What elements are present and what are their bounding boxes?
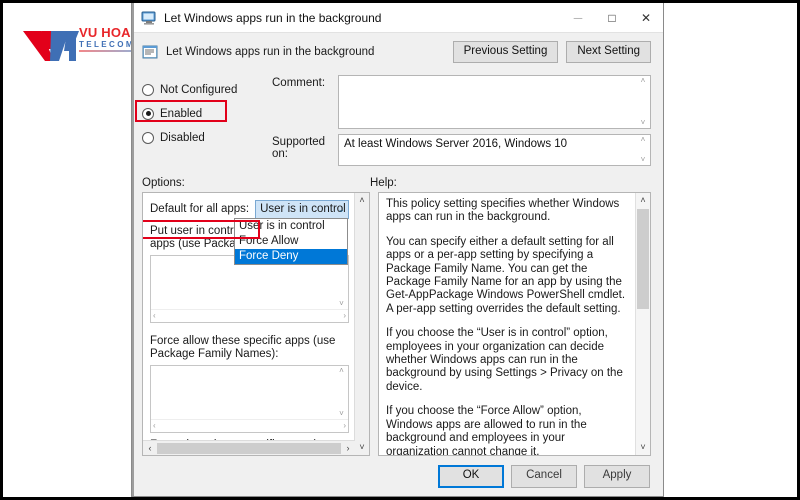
radio-disabled[interactable]: Disabled [142,127,270,148]
policy-setting-dialog: Let Windows apps run in the background ─… [131,3,664,497]
help-label: Help: [370,177,397,189]
screenshot-root: VU HOANG TELECOM Let Windows apps run in… [0,0,800,500]
dialog-left-edge [132,3,134,496]
dialog-footer: OK Cancel Apply [132,456,663,496]
radio-label-not-configured: Not Configured [160,83,238,96]
radio-not-configured[interactable]: Not Configured [142,79,270,100]
ok-button[interactable]: OK [438,464,504,488]
help-paragraph-3: If you choose the “User is in control” o… [386,327,623,393]
supported-scrollbar[interactable]: ˄ ˅ [636,135,650,165]
radio-icon-disabled[interactable] [142,131,154,144]
comment-input[interactable]: ˄ ˅ [338,75,651,129]
next-setting-button[interactable]: Next Setting [566,41,651,63]
maximize-button[interactable]: □ [595,3,629,33]
scroll-down-icon[interactable]: ˅ [640,440,645,455]
list2-horizontal-scrollbar[interactable]: ‹ › [151,419,348,432]
scroll-left-icon[interactable]: ‹ [153,422,156,430]
minimize-button[interactable]: ─ [561,3,595,33]
radio-label-enabled: Enabled [160,107,203,120]
title-bar: Let Windows apps run in the background ─… [132,3,663,33]
scroll-left-icon[interactable]: ‹ [143,443,157,453]
scroll-right-icon[interactable]: › [343,422,346,430]
default-apps-combobox[interactable]: User is in control ⌄ [255,199,349,219]
scroll-up-icon[interactable]: ˄ [359,193,364,208]
scroll-right-icon[interactable]: › [341,443,355,453]
list1-horizontal-scrollbar[interactable]: ‹ › [151,309,348,322]
default-apps-dropdown-list[interactable]: User is in control Force Allow Force Den… [234,218,348,265]
scroll-up-icon[interactable]: ˄ [339,367,344,375]
force-allow-list-input[interactable]: ˄ ˅ ‹ › [150,365,349,433]
policy-setting-icon [142,44,158,60]
hscroll-thumb[interactable] [157,442,341,454]
scroll-down-icon[interactable]: ˅ [339,300,344,308]
radio-icon-not-configured[interactable] [142,83,154,96]
policy-window-icon [141,10,157,26]
comment-scrollbar[interactable]: ˄ ˅ [636,76,650,128]
scroll-down-icon[interactable]: ˅ [641,156,646,164]
window-title: Let Windows apps run in the background [164,10,382,25]
dropdown-item-force-allow[interactable]: Force Allow [235,234,347,249]
panes-container: Default for all apps: User is in control… [132,192,663,456]
options-pane: Default for all apps: User is in control… [142,192,370,456]
supported-on-value: At least Windows Server 2016, Windows 10… [338,134,651,166]
logo-underline [79,50,137,52]
cancel-button[interactable]: Cancel [511,464,577,488]
scroll-down-icon[interactable]: ˅ [339,410,344,418]
scroll-up-icon[interactable]: ˄ [641,136,646,144]
setting-title: Let Windows apps run in the background [166,46,375,58]
metadata-fields: Comment: ˄ ˅ Supported on: At least Wind… [270,75,651,171]
scroll-right-icon[interactable]: › [343,312,346,320]
options-vertical-scrollbar[interactable]: ˄ ˅ [354,193,369,455]
default-for-all-apps-label: Default for all apps: [150,203,250,215]
supported-on-row: Supported on: At least Windows Server 20… [272,134,651,166]
window-controls: ─ □ ✕ [561,3,663,33]
scroll-up-icon[interactable]: ˄ [640,193,645,208]
scroll-up-icon[interactable]: ˄ [641,77,646,85]
comment-row: Comment: ˄ ˅ [272,75,651,129]
help-paragraph-2: You can specify either a default setting… [386,235,626,315]
dropdown-item-force-deny[interactable]: Force Deny [235,249,347,264]
supported-on-label: Supported on: [272,136,326,160]
radio-label-disabled: Disabled [160,131,205,144]
comment-label: Comment: [272,77,326,89]
apply-button[interactable]: Apply [584,464,650,488]
panel-headers: Options: Help: [132,171,663,192]
list2-vertical-scrollbar[interactable]: ˄ ˅ [335,366,348,419]
options-label: Options: [142,177,185,189]
options-horizontal-scrollbar[interactable]: ‹ › [143,440,355,455]
scroll-left-icon[interactable]: ‹ [153,312,156,320]
radio-enabled[interactable]: Enabled [135,100,270,124]
scroll-down-icon[interactable]: ˅ [641,119,646,127]
close-button[interactable]: ✕ [629,3,663,33]
scroll-down-icon[interactable]: ˅ [359,440,364,455]
chevron-down-icon[interactable]: ⌄ [337,204,345,215]
help-pane: This policy setting specifies whether Wi… [378,192,651,456]
force-allow-label: Force allow these specific apps (use Pac… [150,335,336,360]
configuration-block: Not Configured Enabled Disabled Comment:… [132,71,663,171]
previous-setting-button[interactable]: Previous Setting [452,41,559,63]
navigation-buttons: Previous Setting Next Setting [452,41,651,63]
help-scroll-thumb[interactable] [637,209,649,309]
options-content: Default for all apps: User is in control… [143,193,355,455]
help-paragraph-1: This policy setting specifies whether Wi… [386,198,620,224]
setting-header-row: Let Windows apps run in the background P… [132,33,663,71]
state-radio-group: Not Configured Enabled Disabled [135,75,270,171]
help-paragraph-4: If you choose the “Force Allow” option, … [386,405,587,455]
combobox-value: User is in control [260,203,346,215]
put-user-list-input[interactable]: ˄ ˅ ‹ › [150,255,349,323]
help-content: This policy setting specifies whether Wi… [379,193,635,455]
default-for-all-apps-row: Default for all apps: User is in control… [150,199,349,219]
vu-hoang-telecom-logo: VU HOANG TELECOM [21,17,150,69]
dropdown-item-user-is-in-control[interactable]: User is in control [235,219,347,234]
radio-icon-enabled[interactable] [142,107,154,120]
